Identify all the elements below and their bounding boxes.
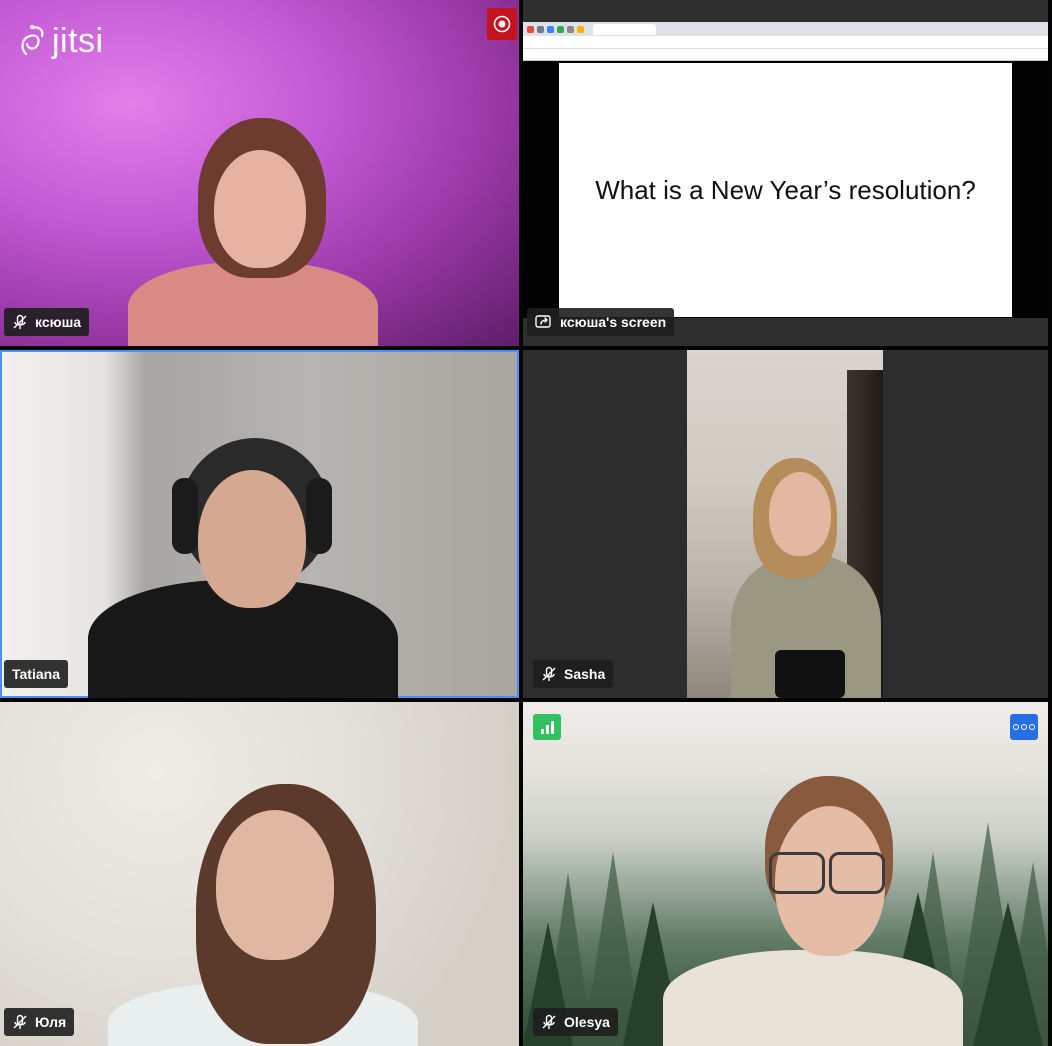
name-tag: ксюша's screen bbox=[527, 308, 675, 336]
name-tag: ксюша bbox=[4, 308, 90, 336]
tab-favicon-icon bbox=[527, 25, 534, 33]
participant-tile-yulya[interactable]: Юля bbox=[0, 702, 519, 1046]
name-tag: Юля bbox=[4, 1008, 75, 1036]
participant-tile-ksyusha[interactable]: jitsi ксюша bbox=[0, 0, 519, 346]
tab-favicon-icon bbox=[547, 25, 554, 33]
browser-urlbar bbox=[523, 36, 1048, 49]
name-tag: Sasha bbox=[533, 660, 614, 688]
participant-tile-screen-share[interactable]: What is a New Year’s resolution? ксюша's… bbox=[523, 0, 1048, 346]
jitsi-logo: jitsi bbox=[18, 22, 104, 61]
mic-muted-icon bbox=[542, 666, 556, 681]
mic-muted-icon bbox=[13, 314, 27, 329]
participant-name: ксюша bbox=[35, 314, 82, 330]
participant-name: Sasha bbox=[564, 666, 606, 682]
recording-button[interactable] bbox=[487, 8, 517, 40]
tab-favicon-icon bbox=[577, 25, 584, 33]
tab-favicon-icon bbox=[537, 25, 544, 33]
more-options-icon[interactable] bbox=[1010, 714, 1038, 740]
tab-favicon-icon bbox=[557, 25, 564, 33]
jitsi-mark-icon bbox=[21, 24, 44, 55]
participant-name: Olesya bbox=[564, 1014, 610, 1030]
jitsi-logo-text: jitsi bbox=[52, 22, 104, 60]
participant-tile-sasha[interactable]: Sasha bbox=[523, 350, 1048, 698]
tab-favicon-icon bbox=[567, 25, 574, 33]
browser-bookmarks bbox=[523, 49, 1048, 61]
slide-text: What is a New Year’s resolution? bbox=[595, 174, 976, 205]
mic-muted-icon bbox=[542, 1014, 556, 1029]
mic-muted-icon bbox=[13, 1014, 27, 1029]
screen-share-icon bbox=[535, 315, 551, 328]
browser-tab bbox=[593, 23, 656, 35]
name-tag: Olesya bbox=[533, 1008, 618, 1036]
participant-name: Tatiana bbox=[12, 666, 60, 682]
participant-tile-olesya[interactable]: Olesya bbox=[523, 702, 1048, 1046]
presentation-slide: What is a New Year’s resolution? bbox=[559, 63, 1012, 317]
connection-quality-icon[interactable] bbox=[533, 714, 561, 740]
browser-tabbar bbox=[523, 22, 1048, 36]
participant-video bbox=[687, 350, 883, 698]
name-tag: Tatiana bbox=[4, 660, 68, 688]
shared-screen: What is a New Year’s resolution? bbox=[523, 22, 1048, 318]
participant-tile-tatiana[interactable]: Tatiana bbox=[0, 350, 519, 698]
participant-name: Юля bbox=[35, 1014, 67, 1030]
record-icon bbox=[493, 15, 511, 33]
participant-name: ксюша's screen bbox=[560, 314, 667, 330]
